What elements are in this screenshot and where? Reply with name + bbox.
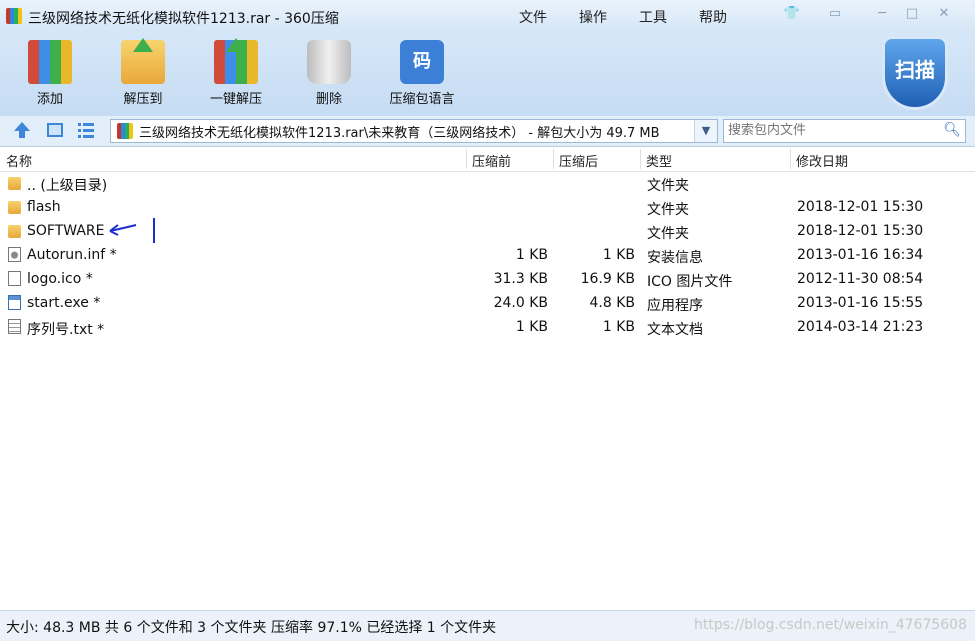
delete-button[interactable]: 删除 <box>289 38 369 112</box>
file-size-after: 16.9 KB <box>580 271 635 287</box>
file-date: 2013-01-16 15:55 <box>797 295 924 311</box>
one-click-extract-button[interactable]: 一键解压 <box>196 38 276 112</box>
file-size-before: 1 KB <box>515 319 548 335</box>
address-path: 三级网络技术无纸化模拟软件1213.rar\未来教育（三级网络技术） - 解包大… <box>139 126 660 141</box>
search-input[interactable] <box>726 122 940 139</box>
minimize-icon[interactable]: ─ <box>872 5 892 23</box>
text-file-icon <box>8 319 21 334</box>
file-date: 2018-12-01 15:30 <box>797 199 924 215</box>
delete-label: 删除 <box>315 92 342 107</box>
archive-language-icon: 码 <box>400 40 444 84</box>
file-name: SOFTWARE <box>27 223 105 239</box>
file-date: 2014-03-14 21:23 <box>797 319 924 335</box>
column-divider[interactable] <box>466 149 467 169</box>
file-row-parent[interactable]: .. (上级目录) 文件夹 <box>0 171 975 195</box>
archive-icon <box>117 123 133 139</box>
menu-file[interactable]: 文件 <box>519 7 547 27</box>
file-size-before: 31.3 KB <box>493 271 548 287</box>
window-title: 三级网络技术无纸化模拟软件1213.rar - 360压缩 <box>28 11 339 27</box>
file-name: .. (上级目录) <box>27 178 108 194</box>
folder-icon <box>8 201 21 214</box>
file-row-autorun[interactable]: Autorun.inf * 1 KB 1 KB 安装信息 2013-01-16 … <box>0 243 975 267</box>
feedback-icon[interactable]: ▭ <box>825 5 845 23</box>
column-name[interactable]: 名称 <box>6 151 32 170</box>
file-size-before: 1 KB <box>515 247 548 263</box>
archive-language-button[interactable]: 码 压缩包语言 <box>382 38 462 112</box>
annotation-arrow-icon <box>109 218 155 243</box>
file-icon <box>8 271 21 286</box>
up-arrow-icon[interactable] <box>12 120 32 140</box>
list-view-icon[interactable] <box>76 120 96 140</box>
thumbnail-view-icon[interactable] <box>45 120 65 140</box>
column-divider[interactable] <box>640 149 641 169</box>
file-row-serial[interactable]: 序列号.txt * 1 KB 1 KB 文本文档 2014-03-14 21:2… <box>0 315 975 339</box>
one-click-extract-label: 一键解压 <box>209 92 262 107</box>
file-type: 文件夹 <box>647 202 689 218</box>
file-date: 2018-12-01 15:30 <box>797 223 924 239</box>
skin-icon[interactable]: 👕 <box>782 5 802 23</box>
settings-file-icon <box>8 247 21 262</box>
column-type[interactable]: 类型 <box>646 151 672 170</box>
menu-help[interactable]: 帮助 <box>699 7 727 27</box>
extract-to-icon <box>121 38 165 84</box>
file-type: 应用程序 <box>647 298 703 314</box>
close-icon[interactable]: ✕ <box>934 5 954 23</box>
watermark: https://blog.csdn.net/weixin_47675608 <box>693 617 967 633</box>
one-click-extract-icon <box>214 38 258 84</box>
file-type: 文本文档 <box>647 322 703 338</box>
menu-operation[interactable]: 操作 <box>579 7 607 27</box>
column-size-after[interactable]: 压缩后 <box>559 151 598 170</box>
file-name: flash <box>27 199 61 215</box>
maximize-icon[interactable]: □ <box>902 5 922 23</box>
archive-language-label: 压缩包语言 <box>389 92 455 107</box>
file-name: 序列号.txt * <box>27 322 105 338</box>
address-bar: 三级网络技术无纸化模拟软件1213.rar\未来教育（三级网络技术） - 解包大… <box>0 116 975 147</box>
address-field[interactable]: 三级网络技术无纸化模拟软件1213.rar\未来教育（三级网络技术） - 解包大… <box>110 119 718 143</box>
column-divider[interactable] <box>553 149 554 169</box>
menu-tools[interactable]: 工具 <box>639 7 667 27</box>
column-size-before[interactable]: 压缩前 <box>472 151 511 170</box>
file-size-before: 24.0 KB <box>493 295 548 311</box>
extract-to-button[interactable]: 解压到 <box>103 38 183 112</box>
file-name: Autorun.inf * <box>27 247 117 263</box>
search-box[interactable]: 🔍︎ <box>723 119 966 143</box>
scan-button[interactable]: 扫描 <box>882 36 948 110</box>
file-size-after: 4.8 KB <box>589 295 636 311</box>
file-date: 2012-11-30 08:54 <box>797 271 924 287</box>
add-label: 添加 <box>36 92 63 107</box>
app-icon <box>6 8 22 24</box>
folder-icon <box>8 177 21 190</box>
file-type: ICO 图片文件 <box>647 274 733 290</box>
file-size-after: 1 KB <box>602 247 635 263</box>
file-type: 文件夹 <box>647 226 689 242</box>
column-modified[interactable]: 修改日期 <box>796 151 848 170</box>
column-header: 名称 压缩前 压缩后 类型 修改日期 <box>0 147 975 172</box>
exe-icon <box>8 295 21 310</box>
status-text: 大小: 48.3 MB 共 6 个文件和 3 个文件夹 压缩率 97.1% 已经… <box>6 620 497 636</box>
file-type: 文件夹 <box>647 178 689 194</box>
status-bar: 大小: 48.3 MB 共 6 个文件和 3 个文件夹 压缩率 97.1% 已经… <box>0 610 975 641</box>
file-date: 2013-01-16 16:34 <box>797 247 924 263</box>
delete-icon <box>307 40 351 84</box>
file-row-start[interactable]: start.exe * 24.0 KB 4.8 KB 应用程序 2013-01-… <box>0 291 975 315</box>
column-divider[interactable] <box>790 149 791 169</box>
search-icon[interactable]: 🔍︎ <box>943 122 961 138</box>
add-button[interactable]: 添加 <box>10 38 90 112</box>
chevron-down-icon[interactable]: ▼ <box>694 120 717 142</box>
file-type: 安装信息 <box>647 250 703 266</box>
toolbar: 添加 解压到 一键解压 删除 码 压缩包语言 <box>0 32 975 117</box>
title-bar: 三级网络技术无纸化模拟软件1213.rar - 360压缩 文件 操作 工具 帮… <box>0 0 975 32</box>
extract-to-label: 解压到 <box>123 92 163 107</box>
file-name: logo.ico * <box>27 271 93 287</box>
file-name: start.exe * <box>27 295 101 311</box>
file-row-logo[interactable]: logo.ico * 31.3 KB 16.9 KB ICO 图片文件 2012… <box>0 267 975 291</box>
file-size-after: 1 KB <box>602 319 635 335</box>
folder-icon <box>8 225 21 238</box>
add-icon <box>28 40 72 84</box>
